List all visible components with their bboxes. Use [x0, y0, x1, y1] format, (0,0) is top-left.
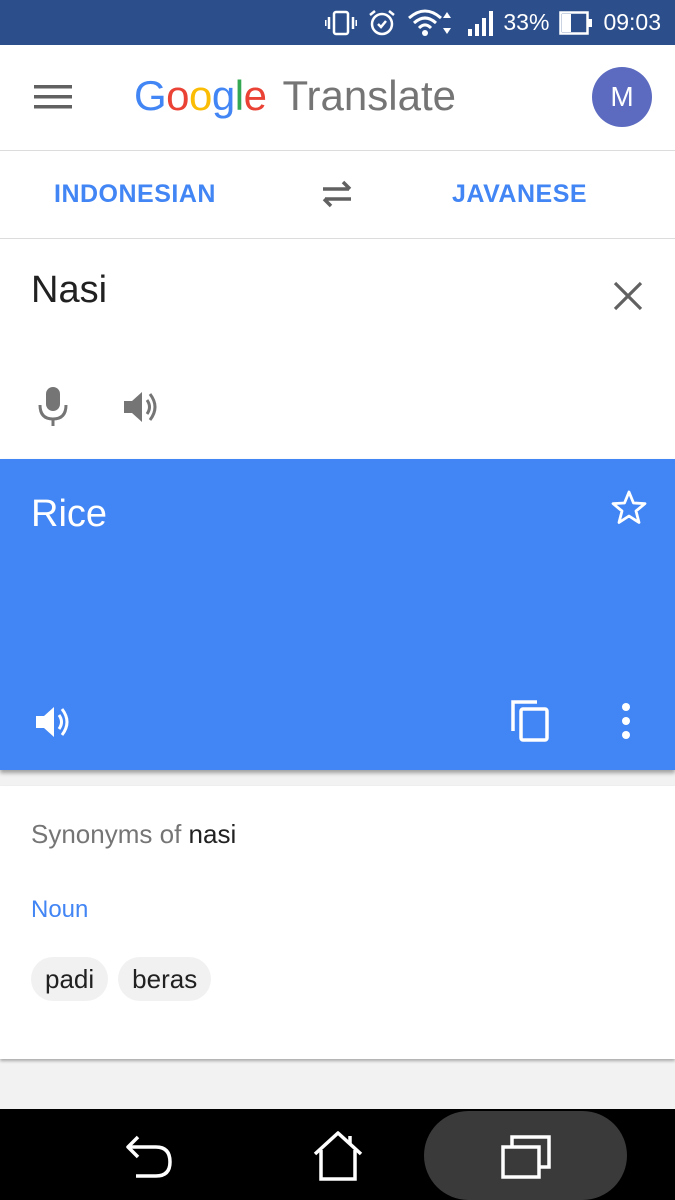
star-icon[interactable] [610, 489, 648, 527]
alarm-icon [369, 9, 396, 35]
navigation-bar [0, 1109, 675, 1200]
source-text[interactable]: Nasi [31, 269, 107, 312]
speaker-icon[interactable] [122, 388, 162, 426]
synonym-chip[interactable]: padi [31, 957, 109, 1001]
google-translate-logo: Google Translate [134, 72, 456, 122]
synonyms-word: nasi [188, 819, 237, 849]
logo-letter: e [243, 72, 267, 119]
vibrate-icon [325, 10, 358, 35]
status-time: 09:03 [603, 9, 661, 35]
synonym-chip[interactable]: beras [118, 957, 212, 1001]
language-bar: INDONESIAN JAVANESE [0, 151, 675, 239]
home-icon[interactable] [312, 1130, 364, 1182]
wifi-icon [408, 9, 452, 36]
mic-icon[interactable] [36, 385, 70, 427]
speaker-icon[interactable] [34, 703, 74, 741]
menu-icon[interactable] [34, 83, 72, 111]
source-language-button[interactable]: INDONESIAN [54, 151, 216, 238]
recent-apps-icon[interactable] [500, 1133, 552, 1181]
status-icons: 33% 09:03 [325, 0, 661, 45]
close-icon[interactable] [612, 280, 644, 312]
status-bar: 33% 09:03 [0, 0, 675, 45]
battery-percent: 33% [503, 9, 550, 35]
avatar[interactable]: M [592, 67, 652, 127]
logo-letter: o [189, 72, 212, 119]
translation-result-card: Rice [0, 459, 675, 770]
back-icon[interactable] [124, 1133, 174, 1179]
logo-letter: o [166, 72, 190, 119]
part-of-speech: Noun [31, 896, 89, 923]
more-vert-icon[interactable] [619, 702, 633, 740]
synonyms-card: Synonyms of nasi Noun padi beras [0, 786, 675, 1059]
battery-icon [559, 10, 593, 35]
logo-letter: G [134, 72, 167, 119]
synonyms-title-prefix: Synonyms of [31, 819, 182, 849]
target-language-button[interactable]: JAVANESE [452, 151, 587, 238]
signal-icon [468, 10, 494, 36]
synonym-chips: padi beras [31, 957, 212, 1001]
synonyms-title: Synonyms of nasi [31, 819, 236, 850]
copy-icon[interactable] [510, 699, 550, 743]
app-bar: Google Translate M [0, 45, 675, 151]
logo-product-name: Translate [282, 72, 456, 119]
logo-letter: g [211, 72, 235, 119]
source-input-area[interactable]: Nasi [0, 239, 675, 459]
logo-letter: l [234, 72, 244, 119]
translated-text: Rice [31, 493, 108, 535]
swap-icon[interactable] [319, 179, 355, 209]
